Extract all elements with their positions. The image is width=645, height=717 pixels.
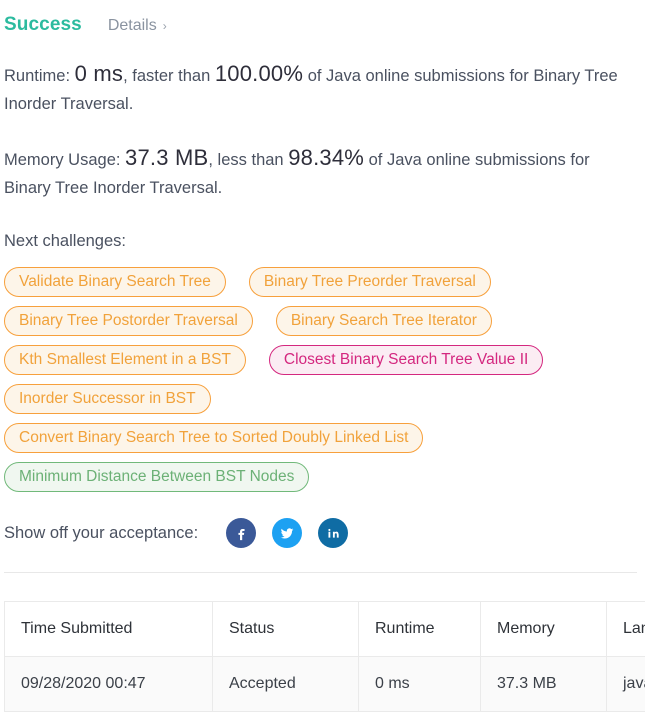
next-challenges-list: Validate Binary Search Tree Binary Tree P… [2, 265, 645, 494]
runtime-middle: , faster than [123, 67, 211, 85]
next-challenges-row: Kth Smallest Element in a BST Closest Bin… [4, 343, 645, 377]
share-twitter-button[interactable] [272, 518, 303, 548]
share-linkedin-button[interactable] [318, 518, 349, 548]
memory-middle: , less than [208, 151, 284, 169]
status-header: Success Details › [2, 0, 645, 36]
challenge-pill[interactable]: Convert Binary Search Tree to Sorted Dou… [4, 423, 424, 453]
challenge-pill[interactable]: Binary Search Tree Iterator [275, 306, 492, 336]
twitter-icon [278, 524, 296, 542]
challenge-pill[interactable]: Binary Tree Preorder Traversal [248, 267, 491, 297]
facebook-icon [233, 525, 250, 542]
challenge-pill[interactable]: Binary Tree Postorder Traversal [4, 306, 253, 336]
runtime-stat: Runtime: 0 ms, faster than 100.00% of Ja… [2, 60, 645, 118]
challenge-pill[interactable]: Inorder Successor in BST [4, 384, 211, 414]
cell-time-submitted[interactable]: 09/28/2020 00:47 [4, 656, 213, 712]
next-challenges-row: Minimum Distance Between BST Nodes [4, 460, 645, 494]
column-header-time-submitted[interactable]: Time Submitted [4, 601, 213, 657]
column-header-language[interactable]: Language [606, 601, 645, 657]
challenge-pill[interactable]: Closest Binary Search Tree Value II [268, 345, 544, 375]
challenge-pill[interactable]: Kth Smallest Element in a BST [4, 345, 246, 375]
memory-percentile: 98.34% [288, 145, 365, 170]
next-challenges-row: Binary Tree Postorder Traversal Binary Se… [4, 304, 645, 338]
table-header-row: Time Submitted Status Runtime Memory Lan… [4, 601, 645, 657]
challenge-pill[interactable]: Minimum Distance Between BST Nodes [4, 462, 310, 492]
next-challenges-row: Convert Binary Search Tree to Sorted Dou… [4, 421, 645, 455]
linkedin-icon [325, 525, 342, 542]
submissions-table-body: 09/28/2020 00:47 Accepted 0 ms 37.3 MB j… [4, 656, 645, 712]
cell-language: java [606, 656, 645, 712]
next-challenges-row: Validate Binary Search Tree Binary Tree P… [4, 265, 645, 299]
submissions-table-wrapper: Time Submitted Status Runtime Memory Lan… [4, 601, 645, 712]
table-row[interactable]: 09/28/2020 00:47 Accepted 0 ms 37.3 MB j… [4, 656, 645, 712]
runtime-prefix: Runtime: [4, 67, 71, 85]
chevron-right-icon: › [162, 19, 167, 33]
memory-value: 37.3 MB [125, 145, 209, 170]
details-link-label: Details [107, 17, 157, 34]
runtime-value: 0 ms [74, 61, 124, 86]
challenge-pill[interactable]: Validate Binary Search Tree [4, 267, 226, 297]
share-label: Show off your acceptance: [4, 523, 199, 542]
column-header-status[interactable]: Status [212, 601, 359, 657]
social-buttons [226, 518, 349, 548]
cell-memory: 37.3 MB [480, 656, 607, 712]
runtime-percentile: 100.00% [214, 61, 304, 86]
next-challenges-label: Next challenges: [4, 232, 126, 250]
share-section: Show off your acceptance: [2, 518, 645, 548]
cell-status[interactable]: Accepted [212, 656, 359, 712]
memory-prefix: Memory Usage: [4, 151, 121, 169]
submissions-table: Time Submitted Status Runtime Memory Lan… [4, 601, 645, 712]
column-header-runtime[interactable]: Runtime [358, 601, 481, 657]
share-facebook-button[interactable] [226, 518, 257, 548]
cell-runtime: 0 ms [358, 656, 481, 712]
next-challenges-row: Inorder Successor in BST [4, 382, 645, 416]
memory-stat: Memory Usage: 37.3 MB, less than 98.34% … [2, 144, 645, 202]
submission-result-panel: Success Details › Runtime: 0 ms, faster … [0, 0, 645, 717]
submissions-table-head: Time Submitted Status Runtime Memory Lan… [4, 601, 645, 657]
section-divider [4, 572, 637, 573]
status-title: Success [4, 14, 82, 35]
column-header-memory[interactable]: Memory [480, 601, 607, 657]
details-link[interactable]: Details › [108, 17, 167, 35]
